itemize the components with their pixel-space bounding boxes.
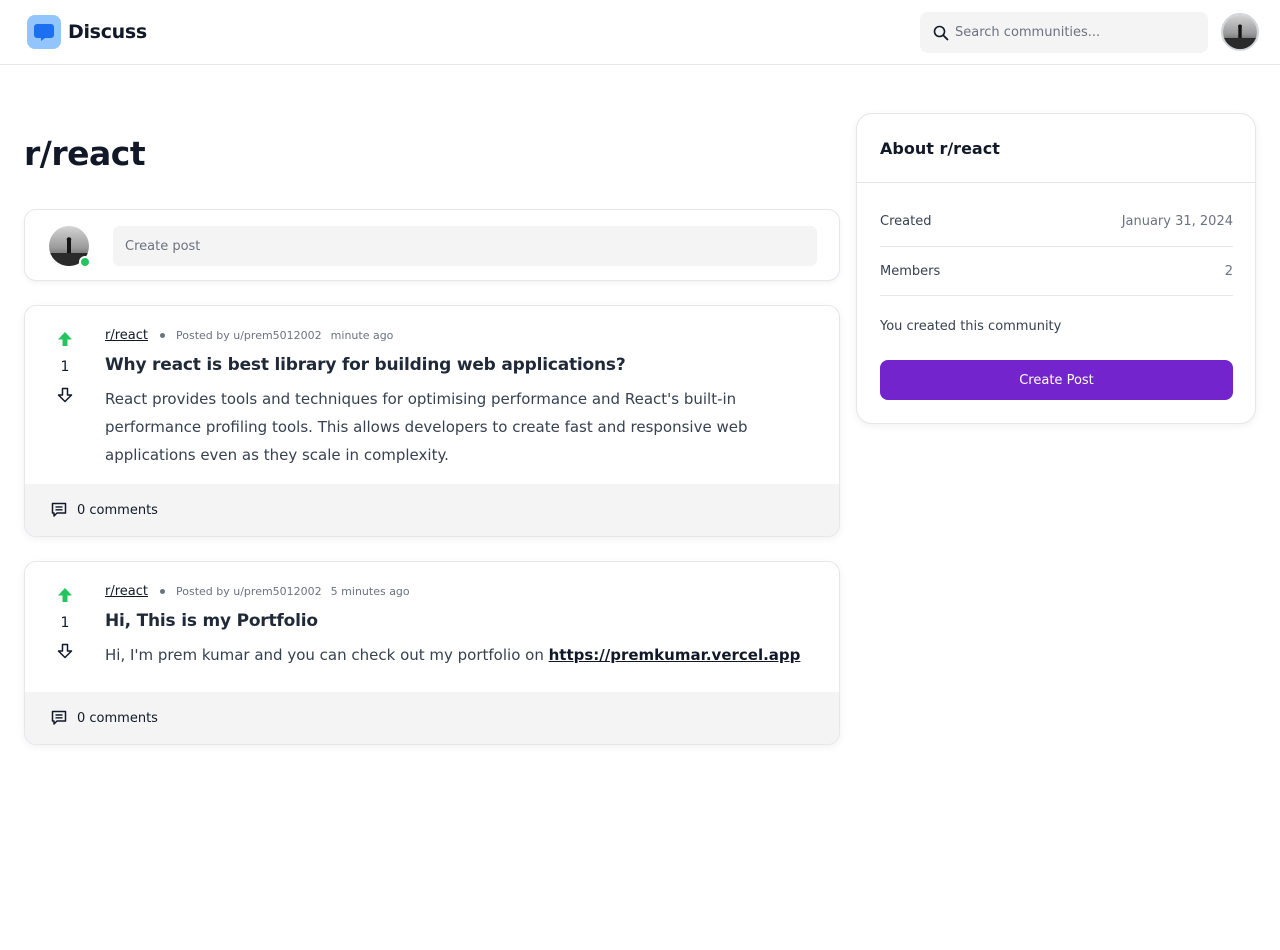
downvote-arrow-icon[interactable] (54, 384, 76, 406)
post-time: minute ago (330, 328, 394, 342)
portfolio-link[interactable]: https://premkumar.vercel.app (549, 646, 801, 664)
vote-count: 1 (60, 359, 70, 375)
subreddit-link[interactable]: r/react (105, 584, 148, 599)
search-input[interactable] (955, 25, 1195, 40)
comment-icon (50, 501, 68, 519)
members-count: 2 (1224, 263, 1233, 279)
downvote-arrow-icon[interactable] (54, 640, 76, 662)
comments-link[interactable]: 0 comments (77, 711, 158, 726)
vote-controls: 1 (49, 328, 81, 406)
post-body-text: React provides tools and techniques for … (105, 390, 748, 464)
upvote-arrow-icon[interactable] (54, 328, 76, 350)
user-avatar[interactable] (1221, 13, 1259, 51)
brand-logo[interactable]: Discuss (27, 15, 147, 49)
post-meta: r/react Posted by u/prem5012002 minute a… (105, 326, 825, 344)
create-post-input[interactable] (113, 226, 817, 266)
comments-link[interactable]: 0 comments (77, 503, 158, 518)
separator-dot (160, 332, 165, 338)
subreddit-link[interactable]: r/react (105, 328, 148, 343)
created-date: January 31, 2024 (1121, 214, 1233, 229)
comment-icon (50, 709, 68, 727)
post-meta: r/react Posted by u/prem5012002 5 minute… (105, 582, 825, 600)
created-row: Created January 31, 2024 (880, 197, 1233, 247)
post-body-prefix: Hi, I'm prem kumar and you can check out… (105, 646, 549, 664)
avatar-image (1223, 15, 1257, 49)
brand-name: Discuss (68, 21, 147, 43)
about-community-card: About r/react Created January 31, 2024 M… (856, 113, 1256, 424)
post-body-text: Hi, I'm prem kumar and you can check out… (105, 641, 825, 669)
create-post-box (24, 209, 840, 281)
post-time: 5 minutes ago (330, 584, 410, 598)
about-header: About r/react (857, 114, 1255, 183)
search-bar[interactable] (920, 12, 1208, 53)
post-footer: 0 comments (25, 484, 839, 536)
post-title[interactable]: Why react is best library for building w… (105, 354, 825, 376)
members-row: Members 2 (880, 247, 1233, 296)
about-title: About r/react (880, 138, 1000, 158)
members-label: Members (880, 263, 941, 279)
chat-bubble-icon (27, 15, 61, 49)
post-author: Posted by u/prem5012002 (176, 328, 322, 342)
post-card[interactable]: 1 r/react Posted by u/prem5012002 5 minu… (24, 561, 840, 745)
post-author: Posted by u/prem5012002 (176, 584, 322, 598)
creator-note: You created this community (880, 319, 1062, 334)
post-content: r/react Posted by u/prem5012002 5 minute… (105, 582, 825, 669)
vote-count: 1 (60, 615, 70, 631)
vote-controls: 1 (49, 584, 81, 662)
composer-avatar[interactable] (49, 226, 91, 268)
online-status-dot (79, 256, 91, 268)
search-icon (933, 25, 949, 41)
post-footer: 0 comments (25, 692, 839, 744)
post-title[interactable]: Hi, This is my Portfolio (105, 610, 825, 632)
top-navbar: Discuss (0, 0, 1280, 65)
post-card[interactable]: 1 r/react Posted by u/prem5012002 minute… (24, 305, 840, 537)
page-title: r/react (24, 134, 146, 173)
post-content: r/react Posted by u/prem5012002 minute a… (105, 326, 825, 469)
separator-dot (160, 588, 165, 594)
create-post-button[interactable]: Create Post (880, 360, 1233, 400)
upvote-arrow-icon[interactable] (54, 584, 76, 606)
created-label: Created (880, 214, 932, 229)
